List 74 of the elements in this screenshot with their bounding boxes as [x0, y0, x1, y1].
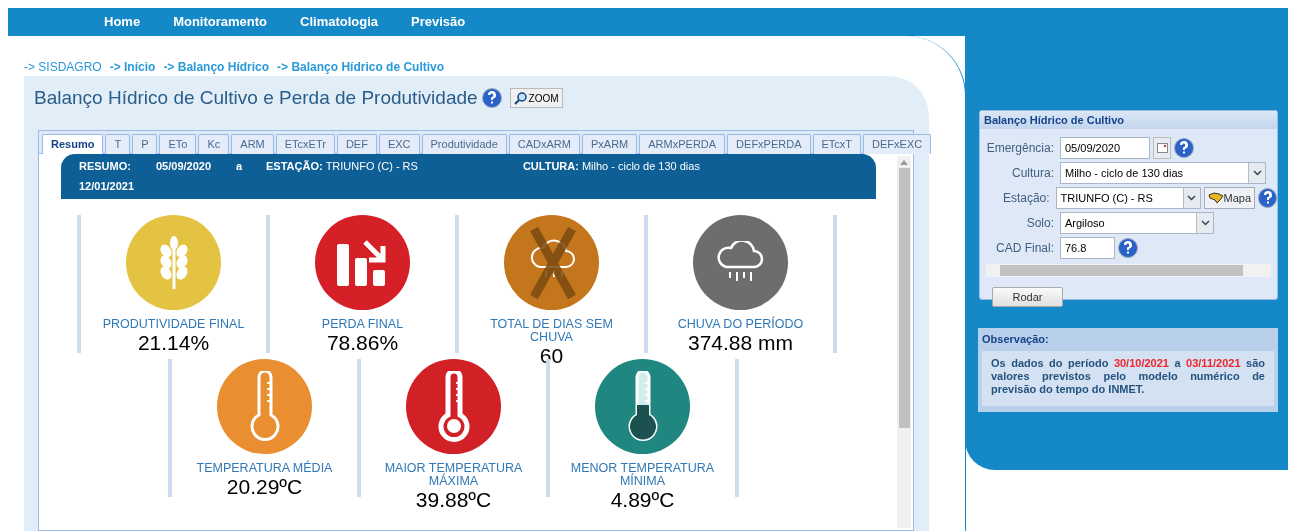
tab[interactable]: ETcxETr [275, 134, 335, 154]
stat-value: 39.88ºC [415, 488, 492, 512]
zoom-button[interactable]: ZOOM [509, 88, 563, 109]
breadcrumb-link[interactable]: -> Balanço Hídrico [163, 58, 270, 76]
tab[interactable]: Kc [198, 134, 230, 154]
field-label: CAD Final: [995, 240, 1055, 257]
crop-label: CULTURA: [522, 160, 579, 174]
summary-label: RESUMO: [79, 160, 132, 174]
tab[interactable]: Resumo [42, 134, 104, 154]
thermometer-icon [435, 370, 472, 443]
map-icon [1207, 192, 1224, 204]
tab[interactable]: T [105, 134, 131, 154]
observation-title: Observação: [982, 332, 1050, 347]
nav-link[interactable]: Monitoramento [173, 12, 267, 32]
nav-link[interactable]: Previsão [411, 12, 466, 32]
tab[interactable]: ETo [159, 134, 197, 154]
stat-label: TEMPERATURA MÉDIA [196, 462, 333, 475]
tab[interactable]: ARM [231, 134, 274, 154]
horizontal-scrollbar[interactable] [986, 264, 1271, 277]
tab[interactable]: CADxARM [508, 134, 580, 154]
tab[interactable]: PxARM [582, 134, 638, 154]
breadcrumb-link[interactable]: -> SISDAGRO [24, 58, 102, 76]
calendar-icon[interactable] [1153, 137, 1171, 159]
dropdown-caret-icon[interactable] [1182, 188, 1200, 208]
station-value: TRIUNFO (C) - RS [325, 160, 418, 174]
nav-link[interactable]: Climatologia [300, 12, 379, 32]
tab[interactable]: EXC [378, 134, 420, 154]
help-icon[interactable] [1174, 138, 1194, 158]
tab[interactable]: Produtividade [421, 134, 507, 154]
scrollbar[interactable] [897, 156, 911, 528]
dropdown-caret-icon[interactable] [1248, 163, 1265, 183]
tab[interactable]: DEFxEXC [863, 134, 932, 154]
stat-label: MAIOR TEMPERATURA MÁXIMA [383, 462, 524, 488]
input-field[interactable]: 76.8 [1060, 237, 1115, 259]
summary-separator: a [236, 160, 244, 174]
magnifier-icon [513, 91, 528, 106]
stat-value: 20.29ºC [226, 475, 303, 499]
breadcrumb-link[interactable]: -> Início [109, 58, 156, 76]
observation-text: Os dados do período 30/10/2021 a 03/11/2021 são valores previstos pelo modelo numérico de previsão do tempo do INMET. [982, 351, 1274, 406]
field-label: Cultura: [1010, 165, 1055, 182]
stat-label: MENOR TEMPERATURA MÍNIMA [569, 462, 716, 488]
station-label: ESTAÇÃO: [266, 160, 323, 174]
stat-value: 21.14% [137, 331, 210, 355]
tab[interactable]: ARMxPERDA [639, 134, 726, 154]
dropdown[interactable]: TRIUNFO (C) - RS [1055, 187, 1201, 209]
tab[interactable]: ETcxT [812, 134, 862, 154]
stat-label: TOTAL DE DIAS SEM CHUVA [489, 318, 614, 344]
dropdown-caret-icon[interactable] [1196, 213, 1213, 233]
help-icon[interactable] [1258, 188, 1277, 208]
help-icon[interactable] [1118, 238, 1138, 258]
page-title: Balanço Hídrico de Cultivo e Perda de Produtividade [34, 86, 478, 110]
panel-title: Balanço Hídrico de Cultivo [980, 111, 1277, 129]
map-button[interactable]: Mapa [1203, 187, 1256, 209]
tab[interactable]: DEF [336, 134, 377, 154]
stat-value: 374.88 mm [687, 331, 794, 355]
field-label: Emergência: [985, 140, 1055, 157]
stat-value: 78.86% [326, 331, 399, 355]
summary-start-date: 05/09/2020 [156, 160, 213, 174]
breadcrumb-link[interactable]: -> Balanço Hídrico de Cultivo [277, 58, 445, 76]
summary-end-date: 12/01/2021 [79, 179, 136, 194]
dropdown[interactable]: Argiloso [1060, 212, 1214, 234]
run-button[interactable]: Rodar [992, 287, 1063, 307]
stat-label: CHUVA DO PERÍODO [677, 318, 804, 331]
tab[interactable]: P [132, 134, 158, 154]
stat-value: 4.89ºC [610, 488, 675, 512]
crop-value: Milho - ciclo de 130 dias [581, 160, 700, 174]
field-label: Solo: [1025, 215, 1055, 232]
stat-label: PRODUTIVIDADE FINAL [102, 318, 245, 331]
field-label: Estação: [1001, 190, 1051, 207]
input-field[interactable]: 05/09/2020 [1060, 137, 1150, 159]
dropdown[interactable]: Milho - ciclo de 130 dias [1060, 162, 1266, 184]
stat-label: PERDA FINAL [321, 318, 404, 331]
nav-link[interactable]: Home [104, 12, 141, 32]
tab[interactable]: DEFxPERDA [727, 134, 811, 154]
